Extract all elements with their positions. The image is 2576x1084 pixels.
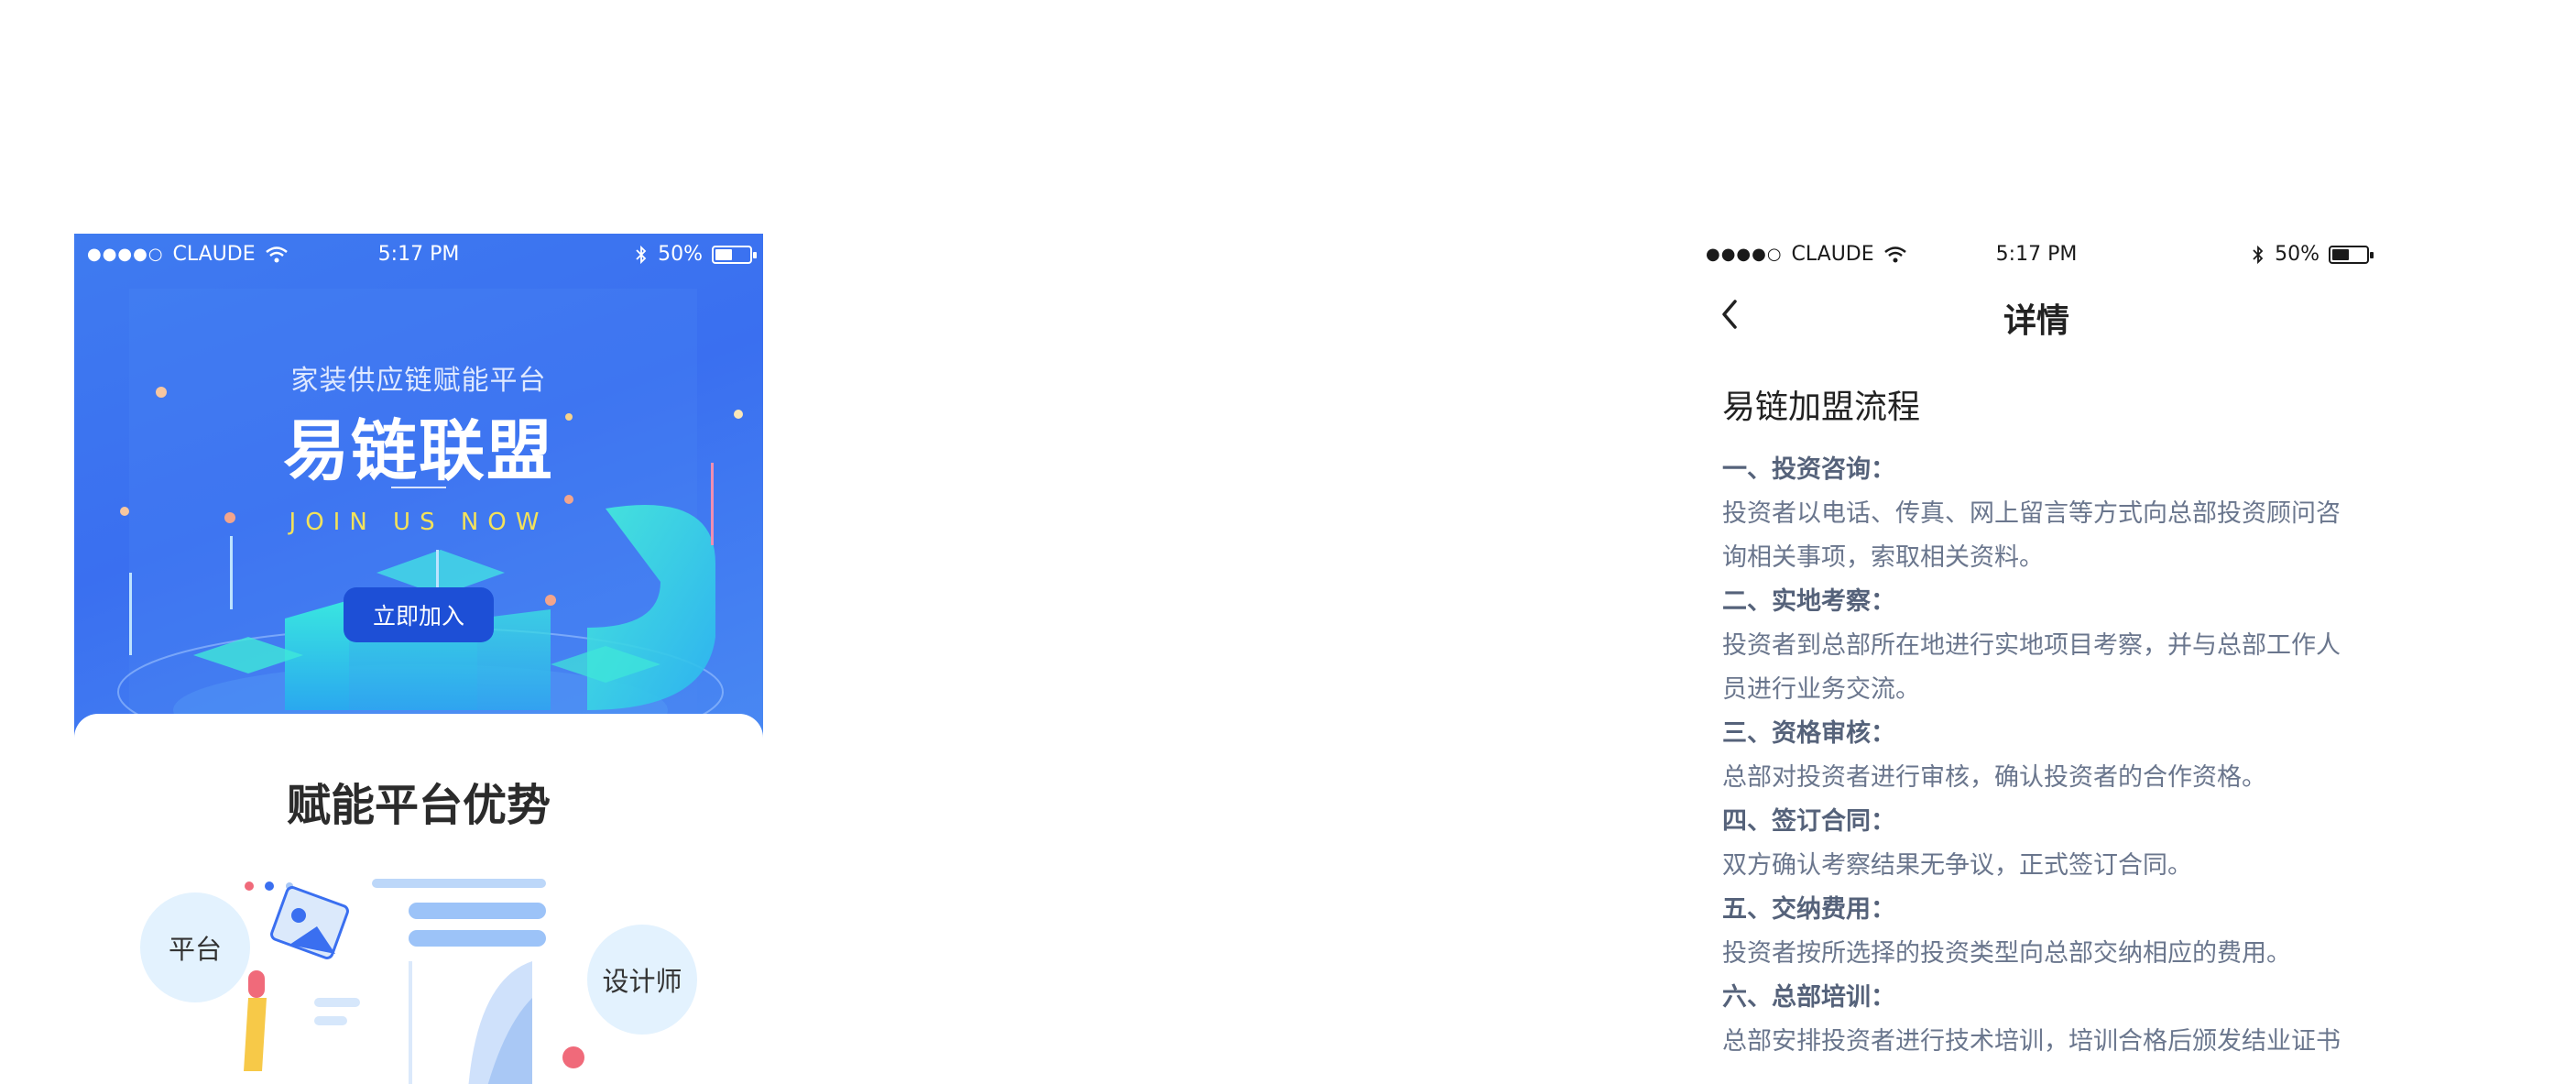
process-section-3: 三、资格审核： 总部对投资者进行审核，确认投资者的合作资格。 bbox=[1722, 712, 2354, 800]
process-section-1: 一、投资咨询： 投资者以电话、传真、网上留言等方式向总部投资顾问咨询相关事项，索… bbox=[1722, 448, 2354, 580]
battery-icon bbox=[2329, 245, 2374, 264]
section-body: 总部安排投资者进行技术培训，培训合格后颁发结业证书 bbox=[1722, 1027, 2341, 1056]
section-heading: 三、资格审核： bbox=[1722, 719, 1895, 748]
hero-banner: ●●●●○ CLAUDE 5:17 PM 50% 家装供应链赋能平台 易链联盟 … bbox=[74, 234, 763, 765]
section-heading: 五、交纳费用： bbox=[1722, 895, 1895, 924]
process-section-5: 五、交纳费用： 投资者按所选择的投资类型向总部交纳相应的费用。 bbox=[1722, 888, 2354, 976]
battery-percent: 50% bbox=[2275, 243, 2319, 266]
section-body: 投资者按所选择的投资类型向总部交纳相应的费用。 bbox=[1722, 939, 2291, 968]
status-bar: ●●●●○ CLAUDE 5:17 PM 50% bbox=[74, 234, 763, 274]
section-heading: 四、签订合同： bbox=[1722, 807, 1895, 836]
designer-bubble: 设计师 bbox=[587, 925, 697, 1035]
bluetooth-icon bbox=[2253, 245, 2264, 264]
platform-bubble: 平台 bbox=[140, 892, 250, 1002]
article-title: 易链加盟流程 bbox=[1722, 389, 1921, 426]
hero-subtitle: 家装供应链赋能平台 bbox=[290, 365, 547, 397]
bluetooth-icon bbox=[636, 245, 647, 264]
hero-title: 易链联盟 bbox=[282, 412, 554, 489]
advantages-card: 赋能平台优势 平台 设计师 bbox=[74, 714, 763, 1084]
process-section-4: 四、签订合同： 双方确认考察结果无争议，正式签订合同。 bbox=[1722, 800, 2354, 888]
section-body: 投资者到总部所在地进行实地项目考察，并与总部工作人员进行业务交流。 bbox=[1722, 631, 2341, 704]
battery-percent: 50% bbox=[658, 243, 703, 266]
process-section-6: 六、总部培训： 总部安排投资者进行技术培训，培训合格后颁发结业证书 bbox=[1722, 976, 2354, 1064]
title-divider bbox=[391, 487, 446, 488]
page-title: 详情 bbox=[2003, 302, 2069, 340]
isometric-city-illustration bbox=[117, 289, 743, 765]
section-heading: 二、实地考察： bbox=[1722, 587, 1895, 616]
section-body: 投资者以电话、传真、网上留言等方式向总部投资顾问咨询相关事项，索取相关资料。 bbox=[1722, 499, 2341, 572]
article-content: 易链加盟流程 一、投资咨询： 投资者以电话、传真、网上留言等方式向总部投资顾问咨… bbox=[1722, 380, 2354, 1064]
left-screen: ●●●●○ CLAUDE 5:17 PM 50% 家装供应链赋能平台 易链联盟 … bbox=[74, 234, 763, 1084]
right-screen: ●●●●○ CLAUDE 5:17 PM 50% 详情 易链加盟流程 一、投资咨… bbox=[1693, 234, 2380, 1084]
section-heading: 六、总部培训： bbox=[1722, 983, 1895, 1012]
battery-icon bbox=[712, 245, 757, 264]
section-title: 赋能平台优势 bbox=[286, 780, 551, 831]
status-bar: ●●●●○ CLAUDE 5:17 PM 50% bbox=[1693, 234, 2380, 274]
section-heading: 一、投资咨询： bbox=[1722, 455, 1895, 484]
join-now-button[interactable]: 立即加入 bbox=[344, 587, 494, 642]
section-body: 总部对投资者进行审核，确认投资者的合作资格。 bbox=[1722, 763, 2266, 792]
hero-tagline: JOIN US NOW bbox=[289, 509, 549, 536]
section-body: 双方确认考察结果无争议，正式签订合同。 bbox=[1722, 851, 2192, 880]
process-section-2: 二、实地考察： 投资者到总部所在地进行实地项目考察，并与总部工作人员进行业务交流… bbox=[1722, 580, 2354, 712]
nav-bar: 详情 bbox=[1693, 274, 2380, 355]
